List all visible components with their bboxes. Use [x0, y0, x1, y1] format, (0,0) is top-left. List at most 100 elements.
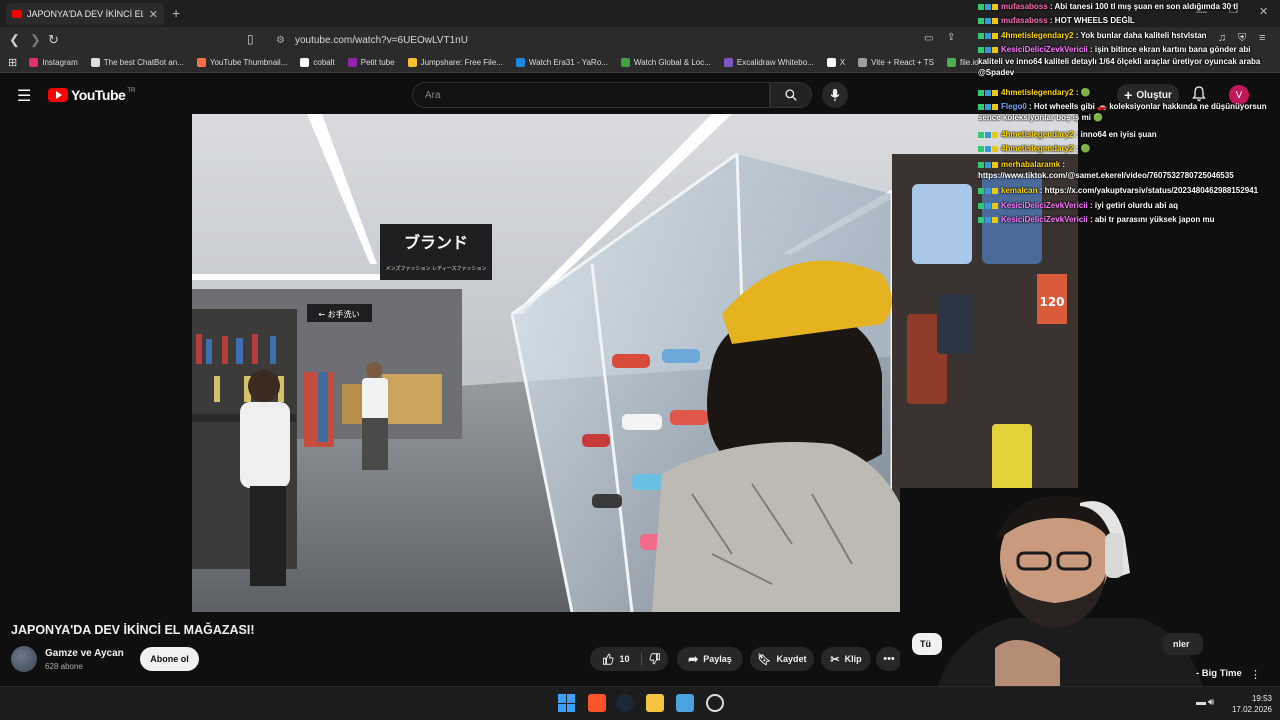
chat-username[interactable]: KesiciDeliciZevkVericii [1001, 215, 1088, 224]
chat-message: KesiciDeliciZevkVericii : iyi getiri olu… [978, 201, 1274, 212]
channel-name[interactable]: Gamze ve Aycan [45, 648, 124, 659]
chat-username[interactable]: mufasaboss [1001, 2, 1048, 11]
volume-icon[interactable]: 🔊︎ [1208, 697, 1214, 708]
chat-text: kaliteli ve inno64 kaliteli detaylı 1/64… [978, 57, 1261, 77]
chat-username[interactable]: 4hmetislegendary2 [1001, 31, 1073, 40]
chat-message: mufasaboss : HOT WHEELS DEĞİL [978, 16, 1274, 27]
chat-badge-icon [985, 202, 991, 209]
chat-badge-icon [978, 3, 984, 10]
bookmark-page-icon[interactable]: ▯ [247, 32, 254, 46]
bookmark-favicon-icon [347, 58, 357, 67]
chat-username[interactable]: Flego0 [1001, 102, 1027, 111]
youtube-logo[interactable]: YouTube TR [48, 87, 135, 103]
search-button[interactable] [770, 82, 812, 108]
related-more-icon[interactable]: ⋮ [1250, 668, 1261, 681]
channel-subscriber-count: 628 abone [45, 662, 83, 671]
reload-icon[interactable]: ↻ [48, 32, 59, 48]
chat-username[interactable]: merhabalaramk [1001, 160, 1060, 169]
chat-text: : [1062, 160, 1066, 169]
close-tab-icon[interactable]: ✕ [149, 8, 158, 21]
guide-menu-icon[interactable]: ☰ [17, 86, 31, 106]
steam-icon[interactable] [616, 694, 634, 712]
chat-text: : HOT WHEELS DEĞİL [1049, 16, 1135, 25]
store-sign-main: ブランド [404, 233, 468, 252]
chat-text: : işin bitince ekran kartını bana gönder… [1089, 45, 1251, 54]
bookmark-label: Petit tube [360, 58, 395, 67]
share-button[interactable]: ➦ Paylaş [677, 647, 743, 671]
browser-tab-title: JAPONYA'DA DEV İKİNCİ EL MAĞAZ [27, 9, 143, 19]
bookmark-item[interactable]: Watch Global & Loc... [620, 58, 711, 67]
bookmark-item[interactable]: cobalt [300, 58, 335, 67]
like-button[interactable]: 10 [590, 647, 642, 671]
chat-username[interactable]: KesiciDeliciZevkVericii [1001, 45, 1088, 54]
bookmark-item[interactable]: The best ChatBot an... [90, 58, 184, 67]
related-video-title[interactable]: - Big Time [1196, 668, 1242, 679]
app-icon[interactable] [676, 694, 694, 712]
chat-badge-icon [985, 46, 991, 53]
chat-badge-icon [992, 145, 998, 152]
file-explorer-icon[interactable] [646, 694, 664, 712]
bookmark-label: Excalidraw Whitebo... [736, 58, 814, 67]
chat-username[interactable]: 4hmetislegendary2 [1001, 130, 1073, 139]
chat-message: KesiciDeliciZevkVericii : abi tr parasın… [978, 215, 1274, 226]
search-input[interactable]: Ara [412, 82, 770, 108]
chat-badge-icon [985, 145, 991, 152]
share-page-icon[interactable]: ⇪ [947, 32, 955, 43]
share-label: Paylaş [703, 654, 732, 664]
new-tab-icon[interactable]: + [172, 5, 180, 21]
chat-username[interactable]: mufasaboss [1001, 16, 1048, 25]
bookmark-label: The best ChatBot an... [103, 58, 184, 67]
cast-icon[interactable]: ▭ [924, 33, 933, 44]
scissors-icon: ✂ [830, 653, 840, 666]
chat-badge-icon [992, 202, 998, 209]
channel-avatar[interactable] [11, 646, 37, 672]
more-actions-button[interactable]: ••• [876, 647, 902, 671]
chat-badge-icon [985, 103, 991, 110]
forward-icon[interactable]: ❯ [30, 32, 41, 48]
address-bar[interactable]: ⚙ youtube.com/watch?v=6UEOwLVT1nU [268, 30, 968, 50]
subscribe-button[interactable]: Abone ol [140, 647, 199, 671]
chat-username[interactable]: 4hmetislegendary2 [1001, 88, 1073, 97]
browser-tab[interactable]: JAPONYA'DA DEV İKİNCİ EL MAĞAZ ✕ [6, 3, 164, 25]
exit-sign: ← お手洗い [318, 309, 359, 319]
back-icon[interactable]: ❮ [9, 32, 20, 48]
bookmark-favicon-icon [947, 58, 957, 67]
chat-username[interactable]: 4hmetislegendary2 [1001, 144, 1073, 153]
bookmark-item[interactable]: Watch Era31 - YaRo... [515, 58, 608, 67]
save-button[interactable]: 🔖︎ Kaydet [750, 647, 814, 671]
clip-button[interactable]: ✂ Klip [821, 647, 871, 671]
site-info-icon[interactable]: ⚙ [276, 35, 285, 46]
voice-search-button[interactable] [822, 82, 848, 108]
bookmark-item[interactable]: Vite + React + TS [858, 58, 934, 67]
price-tag: 120 [1039, 295, 1064, 309]
bookmark-item[interactable]: Instagram [29, 58, 78, 67]
bookmark-label: cobalt [313, 58, 335, 67]
obs-icon[interactable] [706, 694, 724, 712]
youtube-favicon-icon [12, 10, 22, 18]
chat-badge-icon [978, 46, 984, 53]
bookmark-item[interactable]: Jumpshare: Free File... [407, 58, 503, 67]
bookmark-item[interactable]: X [826, 58, 845, 67]
chat-badge-icon [985, 3, 991, 10]
bookmark-item[interactable]: Petit tube [347, 58, 395, 67]
chat-username[interactable]: kemalcan [1001, 186, 1037, 195]
bookmark-favicon-icon [407, 58, 417, 67]
brave-browser-icon[interactable] [588, 694, 606, 712]
like-count: 10 [619, 654, 630, 664]
apps-icon[interactable]: ⊞ [8, 56, 17, 69]
dislike-button[interactable] [642, 647, 668, 671]
windows-start-icon[interactable] [558, 694, 576, 712]
clock-time: 19:53 [1251, 694, 1272, 703]
bookmark-item[interactable]: YouTube Thumbnail... [196, 58, 287, 67]
chip-all[interactable]: Tü [912, 633, 942, 655]
chat-text: https://www.tiktok.com/@samet.ekerel/vid… [978, 171, 1234, 180]
network-icon[interactable]: ▬ [1196, 697, 1206, 708]
chat-username[interactable]: KesiciDeliciZevkVericii [1001, 201, 1088, 210]
system-clock[interactable]: 19:53 17.02.2026 [1222, 693, 1272, 715]
microphone-icon [830, 88, 840, 102]
chip-related[interactable]: nler [1163, 633, 1203, 655]
thumbs-up-icon [603, 653, 614, 665]
chat-badge-icon [985, 216, 991, 223]
bookmark-item[interactable]: Excalidraw Whitebo... [723, 58, 814, 67]
chip-all-label: Tü [920, 639, 931, 649]
